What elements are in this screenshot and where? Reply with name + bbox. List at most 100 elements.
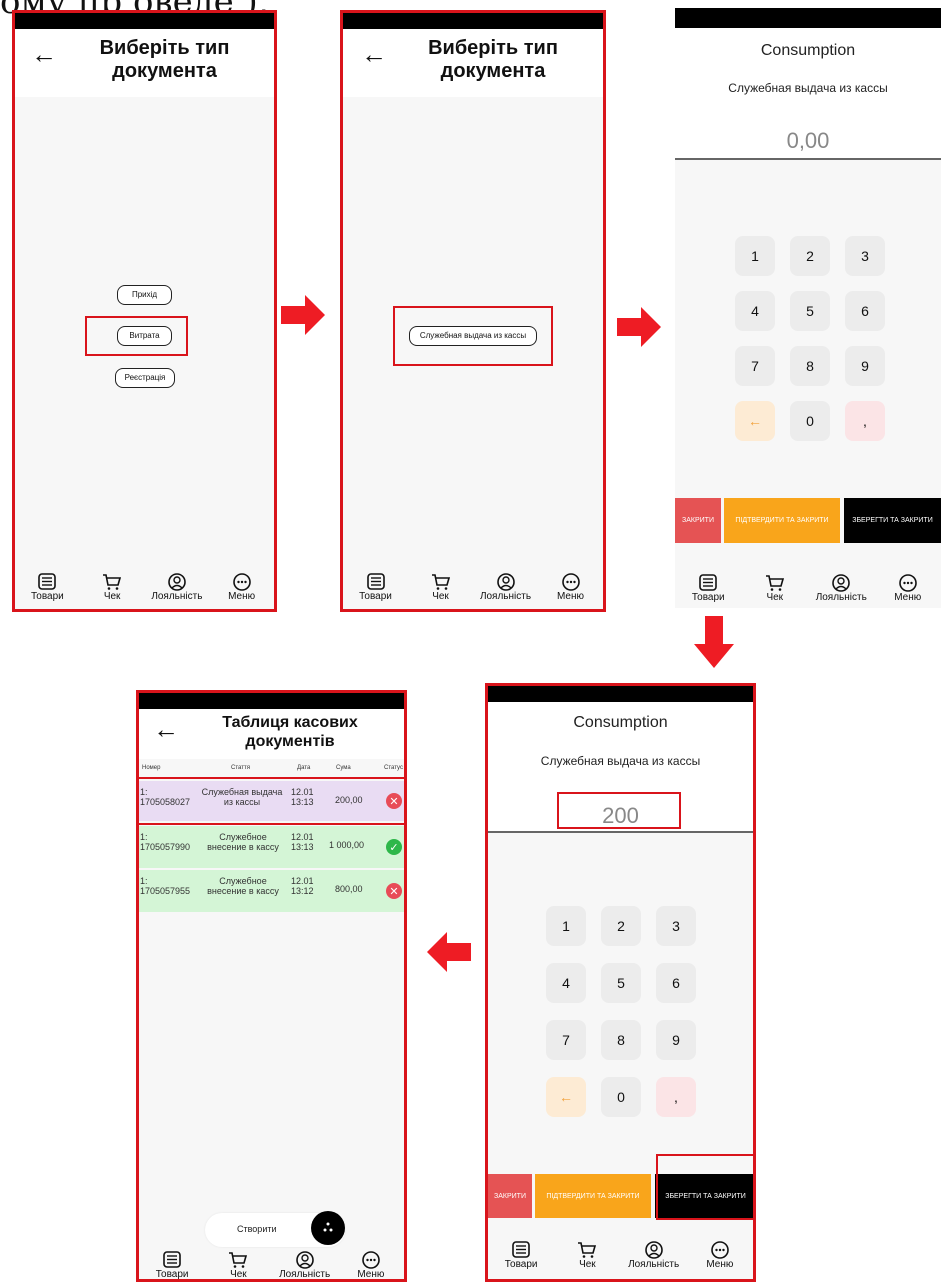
nav-meniu[interactable]: Меню — [341, 1251, 401, 1279]
bottom-nav: Товари Чек Лояльність Меню — [675, 574, 941, 603]
list-icon — [699, 574, 718, 591]
nav-tovary[interactable]: Товари — [142, 1251, 202, 1279]
nav-label: Товари — [504, 1259, 538, 1270]
row-number: 1: 1705057955 — [140, 876, 191, 896]
key-8[interactable]: 8 — [790, 346, 830, 386]
nav-meniu[interactable]: Меню — [878, 574, 938, 603]
highlight-box — [393, 306, 553, 366]
option-label: Прихід — [131, 290, 158, 299]
more-icon — [711, 1241, 729, 1259]
status-bar — [139, 693, 404, 709]
create-label: Створити — [237, 1224, 277, 1234]
table-row[interactable]: 1: 1705057990 Служебное внесение в кассу… — [139, 826, 404, 868]
comma-key[interactable]: , — [845, 401, 885, 441]
user-circle-icon — [644, 1241, 663, 1259]
page-title: Виберіть тип документа — [99, 37, 230, 82]
key-3[interactable]: 3 — [845, 236, 885, 276]
key-1[interactable]: 1 — [735, 236, 775, 276]
key-7[interactable]: 7 — [546, 1020, 586, 1060]
check-status-icon: ✓ — [386, 839, 402, 855]
bottom-nav: Товари Чек Лояльність Меню — [15, 573, 274, 602]
nav-label: Лояльність — [628, 1259, 680, 1270]
screen-document-type-1: ← Виберіть тип документа Прихід Витрата … — [12, 10, 277, 612]
key-8[interactable]: 8 — [601, 1020, 641, 1060]
key-label: 1 — [562, 918, 570, 934]
confirm-close-button[interactable]: ПІДТВЕРДИТИ ТА ЗАКРИТИ — [535, 1174, 651, 1218]
key-6[interactable]: 6 — [656, 963, 696, 1003]
nav-label: Меню — [706, 1259, 734, 1270]
key-5[interactable]: 5 — [790, 291, 830, 331]
key-3[interactable]: 3 — [656, 906, 696, 946]
nav-chek[interactable]: Чек — [557, 1241, 617, 1270]
key-label: 2 — [806, 248, 814, 264]
key-label: 6 — [861, 303, 869, 319]
subheading: Служебная выдача из кассы — [728, 81, 888, 95]
key-label: 3 — [861, 248, 869, 264]
nav-loialnist[interactable]: Лояльність — [476, 573, 536, 602]
key-5[interactable]: 5 — [601, 963, 641, 1003]
table-row[interactable]: 1: 1705057955 Служебное внесение в кассу… — [139, 870, 404, 912]
nav-tovary[interactable]: Товари — [491, 1241, 551, 1270]
key-6[interactable]: 6 — [845, 291, 885, 331]
nav-label: Товари — [359, 591, 392, 602]
save-close-button[interactable]: ЗБЕРЕГТИ ТА ЗАКРИТИ — [844, 498, 941, 543]
back-arrow-icon[interactable]: ← — [153, 714, 179, 745]
key-label: 7 — [562, 1032, 570, 1048]
key-label: 5 — [617, 975, 625, 991]
nav-loialnist[interactable]: Лояльність — [275, 1251, 335, 1279]
key-4[interactable]: 4 — [735, 291, 775, 331]
key-2[interactable]: 2 — [790, 236, 830, 276]
key-7[interactable]: 7 — [735, 346, 775, 386]
nav-meniu[interactable]: Меню — [541, 573, 601, 602]
key-4[interactable]: 4 — [546, 963, 586, 1003]
nav-loialnist[interactable]: Лояльність — [811, 574, 871, 603]
option-reiestratsiia[interactable]: Реєстрація — [115, 368, 175, 388]
option-prykhid[interactable]: Прихід — [117, 285, 172, 305]
nav-chek[interactable]: Чек — [411, 573, 471, 602]
amount-display[interactable]: 0,00 — [675, 128, 941, 154]
col-sum: Сума — [336, 765, 351, 771]
list-icon — [163, 1251, 181, 1268]
user-circle-icon — [168, 573, 186, 591]
nav-label: Товари — [691, 592, 725, 603]
nav-meniu[interactable]: Меню — [690, 1241, 750, 1270]
nav-loialnist[interactable]: Лояльність — [147, 573, 207, 602]
backspace-key[interactable]: ← — [546, 1077, 586, 1117]
key-2[interactable]: 2 — [601, 906, 641, 946]
col-number: Номер — [142, 765, 161, 771]
nav-chek[interactable]: Чек — [745, 574, 805, 603]
back-arrow-icon[interactable]: ← — [31, 39, 57, 70]
close-button[interactable]: ЗАКРИТИ — [488, 1174, 532, 1218]
close-button[interactable]: ЗАКРИТИ — [675, 498, 721, 543]
highlight-box — [85, 316, 188, 356]
nav-tovary[interactable]: Товари — [678, 574, 738, 603]
nav-chek[interactable]: Чек — [82, 573, 142, 602]
status-bar — [15, 13, 274, 29]
key-0[interactable]: 0 — [790, 401, 830, 441]
create-fab-button[interactable] — [311, 1211, 345, 1245]
col-status: Статус — [384, 765, 403, 771]
key-9[interactable]: 9 — [656, 1020, 696, 1060]
back-arrow-icon[interactable]: ← — [361, 39, 387, 70]
highlight-box — [139, 777, 404, 825]
nav-chek[interactable]: Чек — [208, 1251, 268, 1279]
comma-key[interactable]: , — [656, 1077, 696, 1117]
key-label: , — [863, 413, 867, 429]
key-label: 3 — [672, 918, 680, 934]
nav-meniu[interactable]: Меню — [212, 573, 272, 602]
key-9[interactable]: 9 — [845, 346, 885, 386]
nav-tovary[interactable]: Товари — [346, 573, 406, 602]
backspace-key[interactable]: ← — [735, 401, 775, 441]
nav-tovary[interactable]: Товари — [17, 573, 77, 602]
bottom-nav: Товари Чек Лояльність Меню — [139, 1251, 404, 1279]
nav-loialnist[interactable]: Лояльність — [624, 1241, 684, 1270]
cart-icon — [103, 574, 122, 590]
key-label: 4 — [751, 303, 759, 319]
key-label: 0 — [617, 1089, 625, 1105]
status-bar — [675, 8, 941, 28]
nav-label: Чек — [103, 591, 121, 602]
confirm-close-button[interactable]: ПІДТВЕРДИТИ ТА ЗАКРИТИ — [724, 498, 840, 543]
key-0[interactable]: 0 — [601, 1077, 641, 1117]
key-label: 2 — [617, 918, 625, 934]
key-1[interactable]: 1 — [546, 906, 586, 946]
